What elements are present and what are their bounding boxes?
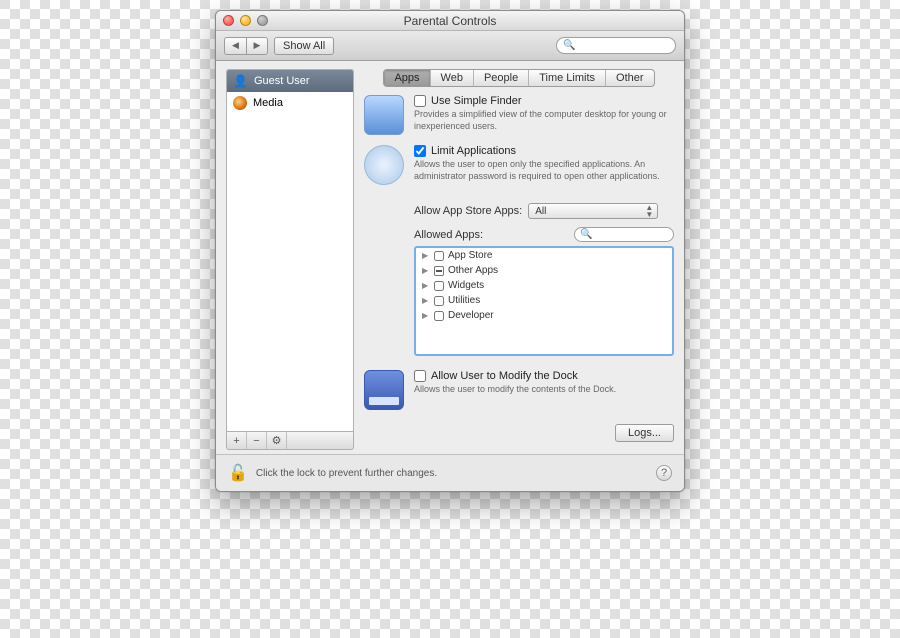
- help-button[interactable]: ?: [656, 465, 672, 481]
- bottom-bar: 🔓 Click the lock to prevent further chan…: [216, 454, 684, 491]
- modify-dock-checkbox[interactable]: Allow User to Modify the Dock: [414, 370, 674, 382]
- app-checkbox[interactable]: [434, 281, 444, 291]
- modify-dock-label: Allow User to Modify the Dock: [431, 370, 578, 382]
- limit-apps-label: Limit Applications: [431, 145, 516, 157]
- list-item[interactable]: ▶ Developer: [416, 308, 672, 323]
- appstore-row: Allow App Store Apps: All ▲▼: [414, 203, 674, 219]
- limit-apps-desc: Allows the user to open only the specifi…: [414, 159, 674, 182]
- list-item[interactable]: ▶ App Store: [416, 248, 672, 263]
- app-name: Other Apps: [448, 265, 498, 276]
- window-title: Parental Controls: [404, 14, 497, 28]
- disclosure-triangle-icon[interactable]: ▶: [422, 296, 430, 305]
- limit-apps-section: Limit Applications Allows the user to op…: [364, 145, 674, 185]
- app-checkbox-mixed[interactable]: [434, 266, 444, 276]
- list-item[interactable]: ▶ Other Apps: [416, 263, 672, 278]
- app-name: Developer: [448, 310, 494, 321]
- disclosure-triangle-icon[interactable]: ▶: [422, 266, 430, 275]
- disclosure-triangle-icon[interactable]: ▶: [422, 251, 430, 260]
- allowed-apps-header: Allowed Apps: 🔍: [414, 227, 674, 242]
- simple-finder-input[interactable]: [414, 95, 426, 107]
- allowed-apps-search[interactable]: 🔍: [574, 227, 674, 242]
- limit-apps-input[interactable]: [414, 145, 426, 157]
- dock-section: Allow User to Modify the Dock Allows the…: [364, 370, 674, 410]
- forward-button[interactable]: ▶: [246, 37, 268, 55]
- tab-web[interactable]: Web: [431, 70, 474, 86]
- tab-apps[interactable]: Apps: [384, 70, 430, 86]
- toolbar-search[interactable]: 🔍: [556, 37, 676, 54]
- gear-menu-button[interactable]: ⚙: [267, 432, 287, 449]
- main-pane: Apps Web People Time Limits Other Use Si…: [364, 69, 674, 450]
- search-icon: 🔍: [580, 229, 592, 240]
- zoom-icon[interactable]: [257, 15, 268, 26]
- appstore-icon: [364, 145, 404, 185]
- list-item[interactable]: ▶ Utilities: [416, 293, 672, 308]
- remove-user-button[interactable]: −: [247, 432, 267, 449]
- user-row-guest[interactable]: 👤 Guest User: [227, 70, 353, 92]
- titlebar: Parental Controls: [216, 11, 684, 31]
- search-icon: 🔍: [563, 40, 575, 51]
- simple-finder-checkbox[interactable]: Use Simple Finder: [414, 95, 674, 107]
- appstore-select[interactable]: All ▲▼: [528, 203, 658, 219]
- tab-bar: Apps Web People Time Limits Other: [383, 69, 654, 87]
- app-name: App Store: [448, 250, 492, 261]
- modify-dock-input[interactable]: [414, 370, 426, 382]
- modify-dock-desc: Allows the user to modify the contents o…: [414, 384, 674, 396]
- user-avatar-icon: [233, 96, 247, 110]
- app-checkbox[interactable]: [434, 311, 444, 321]
- user-list[interactable]: 👤 Guest User Media: [226, 69, 354, 432]
- search-input[interactable]: [578, 39, 685, 52]
- allowed-apps-label: Allowed Apps:: [414, 229, 483, 241]
- limit-apps-checkbox[interactable]: Limit Applications: [414, 145, 674, 157]
- back-button[interactable]: ◀: [224, 37, 246, 55]
- disclosure-triangle-icon[interactable]: ▶: [422, 281, 430, 290]
- show-all-button[interactable]: Show All: [274, 37, 334, 55]
- logs-button[interactable]: Logs...: [615, 424, 674, 442]
- user-row-media[interactable]: Media: [227, 92, 353, 114]
- gear-icon: ⚙: [272, 434, 282, 447]
- lock-text: Click the lock to prevent further change…: [256, 468, 437, 479]
- appstore-label: Allow App Store Apps:: [414, 205, 522, 217]
- toolbar: ◀ ▶ Show All 🔍: [216, 31, 684, 61]
- simple-finder-desc: Provides a simplified view of the comput…: [414, 109, 674, 132]
- close-icon[interactable]: [223, 15, 234, 26]
- tab-other[interactable]: Other: [606, 70, 654, 86]
- finder-icon: [364, 95, 404, 135]
- minimize-icon[interactable]: [240, 15, 251, 26]
- list-item[interactable]: ▶ Widgets: [416, 278, 672, 293]
- allowed-apps-list[interactable]: ▶ App Store ▶ Other Apps ▶ Widgets: [414, 246, 674, 356]
- appstore-select-value: All: [535, 206, 546, 217]
- allowed-apps-search-input[interactable]: [595, 229, 668, 241]
- user-name: Media: [253, 97, 283, 109]
- app-name: Utilities: [448, 295, 480, 306]
- tab-people[interactable]: People: [474, 70, 529, 86]
- lock-icon[interactable]: 🔓: [228, 463, 248, 483]
- dock-icon: [364, 370, 404, 410]
- app-checkbox[interactable]: [434, 251, 444, 261]
- simple-finder-label: Use Simple Finder: [431, 95, 521, 107]
- preferences-window: Parental Controls ◀ ▶ Show All 🔍 👤 Guest…: [215, 10, 685, 492]
- tab-time-limits[interactable]: Time Limits: [529, 70, 606, 86]
- user-name: Guest User: [254, 75, 310, 87]
- add-user-button[interactable]: +: [227, 432, 247, 449]
- user-list-footer: + − ⚙: [226, 432, 354, 450]
- app-checkbox[interactable]: [434, 296, 444, 306]
- user-silhouette-icon: 👤: [233, 74, 248, 88]
- simple-finder-section: Use Simple Finder Provides a simplified …: [364, 95, 674, 135]
- user-sidebar: 👤 Guest User Media + − ⚙: [226, 69, 354, 450]
- chevron-updown-icon: ▲▼: [645, 204, 653, 218]
- disclosure-triangle-icon[interactable]: ▶: [422, 311, 430, 320]
- app-name: Widgets: [448, 280, 484, 291]
